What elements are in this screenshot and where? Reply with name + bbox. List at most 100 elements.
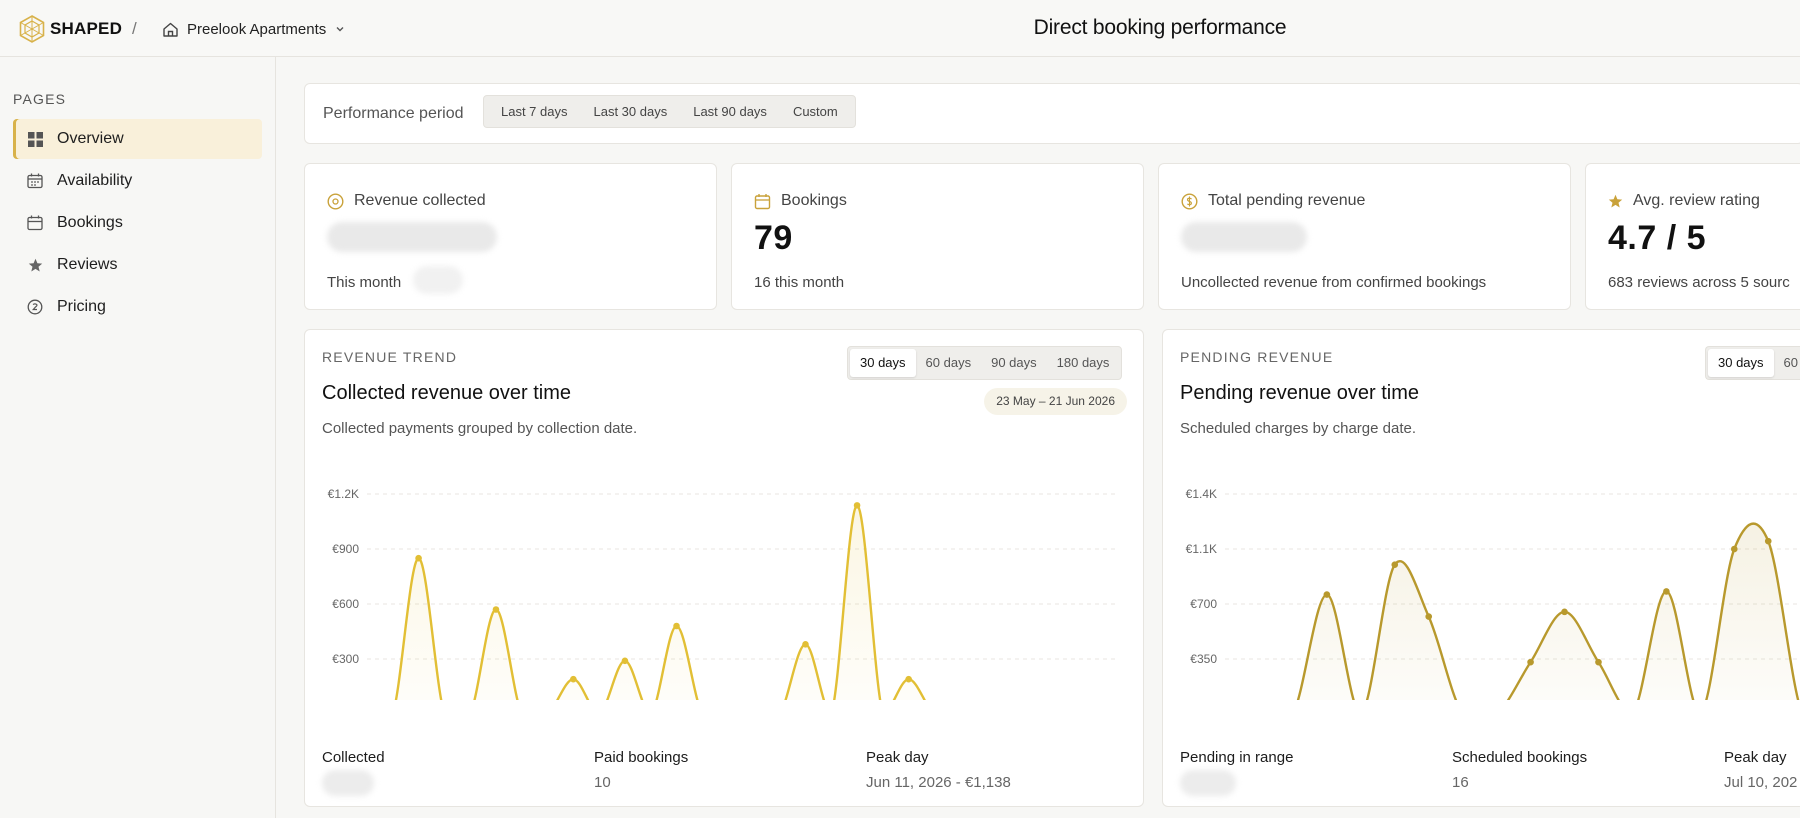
range-option-30-days[interactable]: 30 days [850,349,916,377]
data-point [1391,561,1399,569]
y-tick-label: €900 [332,542,359,556]
stat-label: Pending in range [1180,749,1294,766]
card-kicker: PENDING REVENUE [1180,349,1334,365]
y-tick-label: €700 [1190,597,1217,611]
calendar-grid-icon [27,173,43,189]
kpi-header: Revenue collected [327,192,486,210]
period-segmented-control: Last 7 days Last 30 days Last 90 days Cu… [483,95,856,128]
data-point [1663,588,1670,595]
sidebar-item-label: Bookings [57,214,123,231]
kpi-title: Bookings [781,192,847,209]
sidebar-item-availability[interactable]: Availability [13,161,262,201]
data-point [415,554,422,562]
stat-label: Scheduled bookings [1452,749,1588,766]
kpi-title: Avg. review rating [1633,192,1760,209]
sidebar-item-label: Availability [57,172,133,189]
series-area [1298,523,1799,700]
stat-value: 10 [594,774,611,791]
redacted-value [327,222,497,252]
data-point [1730,545,1738,553]
data-point [853,502,861,509]
data-point [1764,537,1772,545]
period-label: Performance period [323,105,464,122]
data-point [570,675,577,683]
stat-label: Paid bookings [594,749,689,766]
revenue-chart: €0€300€600€900€1.2KMay 25May 28May 31Jun… [328,487,1115,700]
redacted-value [1180,770,1236,796]
range-option-90-days[interactable]: 90 days [981,349,1047,377]
sidebar-item-label: Reviews [57,256,118,273]
period-option-last-7-days[interactable]: Last 7 days [488,96,581,127]
property-selector[interactable]: Preelook Apartments [162,16,346,42]
range-option-30-days[interactable]: 30 days [1708,349,1774,377]
sidebar-item-overview[interactable]: Overview [13,119,262,159]
y-tick-label: €350 [1190,652,1217,666]
sidebar: PAGES Overview Availability Bookings Rev… [0,57,276,818]
kpi-header: Avg. review rating [1608,192,1760,210]
sidebar-item-label: Pricing [57,298,106,315]
shaped-logo-icon[interactable] [18,15,46,43]
stat-value: Jul 10, 202 [1724,774,1798,791]
data-point [802,641,809,648]
stat-value: 16 [1452,774,1469,791]
date-range-pill: 23 May – 21 Jun 2026 [984,388,1127,415]
kpi-header: Bookings [754,192,847,210]
data-point [1323,591,1331,598]
data-point [492,606,500,613]
kpi-subtext: Uncollected revenue from confirmed booki… [1181,274,1487,291]
kpi-value: 79 [754,219,793,257]
pending-revenue-card: PENDING REVENUE Pending revenue over tim… [1162,329,1800,807]
stat-label: Peak day [1724,749,1787,766]
brand-name[interactable]: SHAPED [50,19,122,39]
series-line [394,504,926,700]
sidebar-item-label: Overview [57,130,124,147]
top-bar: SHAPED / Preelook Apartments Direct book… [0,0,1800,57]
period-option-last-90-days[interactable]: Last 90 days [680,96,780,127]
range-option-60-days[interactable]: 60 [1774,349,1800,377]
card-title: Pending revenue over time [1180,382,1420,404]
main-content: Performance period Last 7 days Last 30 d… [277,57,1800,818]
kpi-header: Total pending revenue [1181,192,1365,210]
period-option-last-30-days[interactable]: Last 30 days [581,96,681,127]
sidebar-item-bookings[interactable]: Bookings [13,203,262,243]
range-option-180-days[interactable]: 180 days [1047,349,1120,377]
y-tick-label: €300 [332,652,359,666]
kpi-title: Revenue collected [354,192,486,209]
period-option-custom[interactable]: Custom [780,96,851,127]
y-tick-label: €1.1K [1186,542,1217,556]
y-tick-label: €1.2K [328,487,359,501]
card-subtitle: Collected payments grouped by collection… [322,420,638,437]
kpi-subtext: This month [327,274,402,291]
kpi-value: 4.7 / 5 [1608,219,1707,257]
kpi-subtext: 16 this month [754,274,845,291]
range-option-60-days[interactable]: 60 days [916,349,982,377]
sidebar-nav: Overview Availability Bookings Reviews P… [13,119,262,329]
data-point [1527,658,1534,666]
page-title: Direct booking performance [1033,16,1287,39]
kpi-card-total-pending-revenue: Total pending revenue Uncollected revenu… [1158,163,1571,310]
coin-icon [27,299,43,315]
calendar-icon [754,193,771,209]
coin-icon [327,192,344,210]
chevron-down-icon [336,27,344,32]
data-point [673,622,680,630]
star-icon [27,257,43,273]
kpi-subtext: 683 reviews across 5 sourc [1608,274,1790,291]
dollar-coin-icon [1181,192,1198,210]
card-title: Collected revenue over time [322,382,572,404]
stat-label: Collected [322,749,385,766]
kpi-card-bookings: Bookings 79 16 this month [731,163,1144,310]
stat-label: Peak day [866,749,929,766]
card-kicker: REVENUE TREND [322,349,458,365]
data-point [1425,613,1433,620]
breadcrumb-separator: / [132,19,137,38]
kpi-card-avg-review-rating: Avg. review rating 4.7 / 5 683 reviews a… [1585,163,1800,310]
sidebar-item-reviews[interactable]: Reviews [13,245,262,285]
revenue-range-control: 30 days 60 days 90 days 180 days [847,346,1123,380]
stat-value: Jun 11, 2026 - €1,138 [866,774,1011,791]
sidebar-item-pricing[interactable]: Pricing [13,287,262,327]
y-tick-label: €1.4K [1186,487,1217,501]
revenue-trend-card: REVENUE TREND Collected revenue over tim… [304,329,1144,807]
calendar-icon [27,215,43,231]
sidebar-heading: PAGES [13,91,67,107]
